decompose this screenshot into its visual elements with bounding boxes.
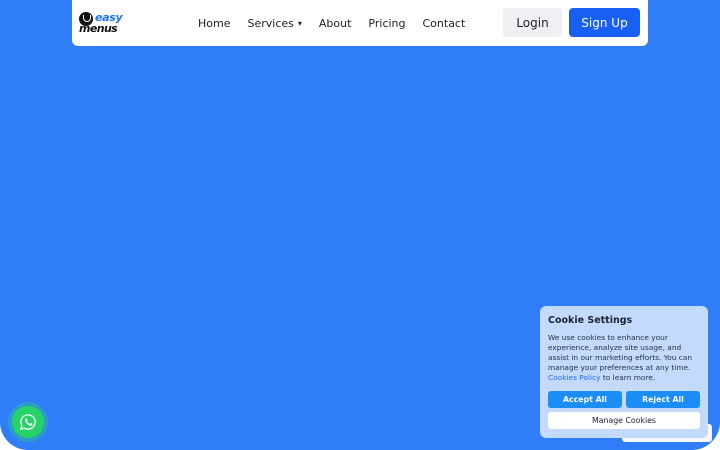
reject-all-button[interactable]: Reject All — [626, 391, 700, 408]
whatsapp-icon — [19, 414, 36, 431]
main-nav: Home Services ▾ About Pricing Contact — [198, 0, 482, 46]
whatsapp-button[interactable] — [12, 406, 44, 438]
manage-cookies-button[interactable]: Manage Cookies — [548, 412, 700, 429]
easy-menus-logo[interactable]: easy menus — [79, 11, 123, 35]
accept-all-button[interactable]: Accept All — [548, 391, 622, 408]
cookie-settings-title: Cookie Settings — [548, 315, 633, 326]
nav-contact-label: Contact — [422, 16, 466, 30]
nav-home-label: Home — [198, 16, 231, 30]
nav-about-label: About — [318, 16, 352, 30]
cookie-policy-suffix: to learn more. — [600, 373, 656, 382]
cookies-policy-link[interactable]: Cookies Policy — [548, 373, 601, 382]
cookie-description: We use cookies to enhance your experienc… — [548, 333, 700, 383]
nav-services-link[interactable]: Services ▾ — [247, 17, 301, 30]
nav-pricing-label: Pricing — [368, 16, 406, 30]
page-background: easy menus Home Services ▾ About Pricing… — [0, 0, 720, 450]
login-button[interactable]: Login — [503, 8, 562, 37]
nav-pricing-link[interactable]: Pricing — [368, 17, 405, 30]
cookie-actions: Accept All Reject All — [548, 391, 700, 408]
top-navbar: easy menus Home Services ▾ About Pricing… — [72, 0, 648, 46]
chevron-down-icon: ▾ — [297, 18, 302, 28]
nav-contact-link[interactable]: Contact — [423, 17, 466, 30]
cookie-body-text: We use cookies to enhance your experienc… — [548, 333, 693, 372]
nav-about-link[interactable]: About — [319, 17, 352, 30]
signup-button[interactable]: Sign Up — [569, 8, 640, 37]
cookie-settings-panel: Cookie Settings We use cookies to enhanc… — [540, 306, 708, 438]
nav-home-link[interactable]: Home — [198, 17, 230, 30]
nav-services-label: Services — [247, 16, 294, 30]
logo-text-menus: menus — [79, 22, 118, 35]
